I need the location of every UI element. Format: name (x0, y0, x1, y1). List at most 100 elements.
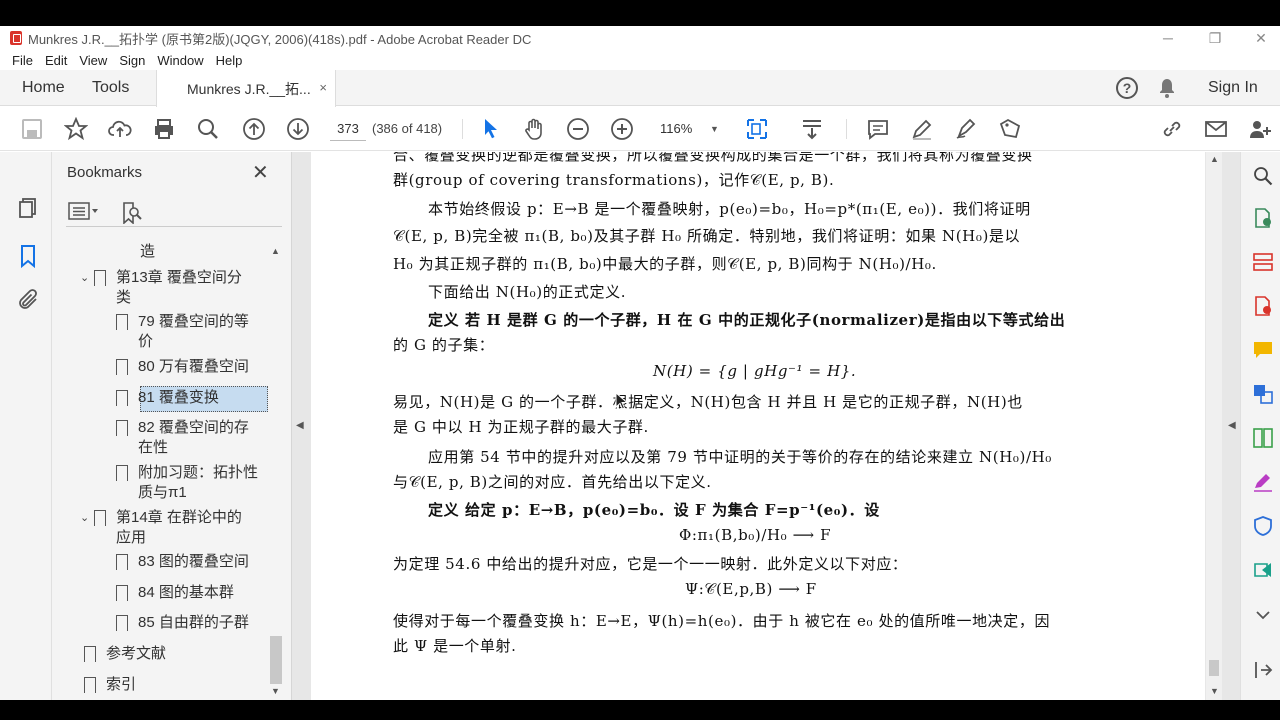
zoom-out-icon[interactable] (566, 117, 590, 141)
bookmark-references[interactable]: 参考文献 (84, 644, 264, 664)
find-bookmark-icon[interactable] (120, 202, 142, 225)
bookmark-label: 80 万有覆叠空间 (138, 358, 249, 375)
scrolling-mode-icon[interactable] (800, 117, 824, 141)
bookmark-index[interactable]: 索引 (84, 675, 264, 695)
select-cursor-icon[interactable] (479, 117, 503, 141)
scrollbar-thumb[interactable] (270, 636, 282, 684)
bookmark-label: 81 覆叠变换 (138, 389, 219, 406)
expand-right-panel-icon[interactable]: ◀ (1228, 420, 1236, 431)
pdf-page: 合、覆叠变换的逆都是覆叠变换，所以覆叠变换构成的集合是一个群，我们将其称为覆叠变… (311, 152, 1205, 700)
export-pdf-icon[interactable] (1253, 208, 1273, 228)
zoom-level-dropdown[interactable]: 116% ▼ (660, 117, 722, 141)
bookmark-scrollbar[interactable]: ▲ ▼ (268, 244, 284, 700)
add-user-icon[interactable] (1248, 117, 1272, 141)
menu-sign[interactable]: Sign (119, 53, 145, 68)
stamp-tag-icon[interactable] (998, 117, 1022, 141)
more-tools-chevron-icon[interactable] (1253, 604, 1273, 624)
highlight-pen-icon[interactable] (910, 117, 934, 141)
collapse-left-panel-icon[interactable]: ◀ (296, 420, 304, 431)
zoom-in-icon[interactable] (610, 117, 634, 141)
help-icon[interactable]: ? (1116, 77, 1138, 99)
bookmark-chapter-13[interactable]: ⌄ 第13章 覆叠空间分类 (80, 268, 265, 308)
toolbar-divider (462, 119, 463, 139)
send-for-review-icon[interactable] (1253, 560, 1273, 580)
bookmark-item-85[interactable]: 85 自由群的子群 (116, 613, 266, 633)
bookmark-item[interactable]: 造 (140, 242, 155, 262)
email-icon[interactable] (1204, 117, 1228, 141)
draw-sign-icon[interactable] (954, 117, 978, 141)
screen: Munkres J.R.__拓扑学 (原书第2版)(JQGY, 2006)(41… (0, 0, 1280, 720)
scroll-up-icon[interactable]: ▲ (271, 246, 280, 256)
scroll-down-icon[interactable]: ▼ (1210, 686, 1219, 696)
previous-page-icon[interactable] (242, 117, 266, 141)
comment-icon[interactable] (1253, 340, 1273, 360)
scroll-up-icon[interactable]: ▲ (1210, 154, 1219, 164)
bookmark-label: 83 图的覆叠空间 (138, 553, 249, 570)
toolbar: 373 (386 of 418) 116% ▼ (0, 107, 1280, 151)
save-icon[interactable] (20, 117, 44, 141)
create-pdf-icon[interactable] (1253, 296, 1273, 316)
bookmark-chapter-14[interactable]: ⌄ 第14章 在群论中的应用 (80, 508, 265, 548)
tab-home[interactable]: Home (22, 70, 65, 106)
upload-cloud-icon[interactable] (108, 117, 132, 141)
menu-file[interactable]: File (12, 53, 33, 68)
tab-close-button[interactable]: × (319, 80, 327, 95)
fit-page-icon[interactable] (745, 117, 769, 141)
close-panel-button[interactable]: ✕ (252, 160, 269, 185)
bookmark-icon (84, 677, 96, 694)
chevron-down-icon: ▼ (710, 124, 719, 134)
share-link-icon[interactable] (1160, 117, 1184, 141)
fill-sign-pen-icon[interactable] (1253, 472, 1273, 492)
bookmark-item-83[interactable]: 83 图的覆叠空间 (116, 552, 266, 572)
close-window-button[interactable]: ✕ (1238, 26, 1280, 50)
text-line: H₀ 为其正规子群的 π₁(B, b₀)中最大的子群，则𝒞(E, p, B)同构… (393, 255, 937, 273)
bookmark-label: 参考文献 (106, 645, 167, 662)
next-page-icon[interactable] (286, 117, 310, 141)
bookmark-item-82[interactable]: 82 覆叠空间的存在性 (116, 418, 266, 458)
bookmark-item-84[interactable]: 84 图的基本群 (116, 583, 266, 603)
page-number-input[interactable]: 373 (330, 117, 366, 141)
search-icon[interactable] (1253, 166, 1273, 186)
text-line: 群(group of covering transformations)，记作𝒞… (393, 171, 835, 189)
page-thumbnails-icon[interactable] (16, 196, 40, 220)
chevron-down-icon[interactable]: ⌄ (80, 271, 94, 284)
page-count: (386 of 418) (372, 121, 443, 136)
star-icon[interactable] (63, 116, 89, 141)
compare-files-icon[interactable] (1253, 428, 1273, 448)
restore-button[interactable]: ❐ (1192, 26, 1238, 50)
sign-in-button[interactable]: Sign In (1208, 70, 1258, 106)
notification-bell-icon[interactable] (1158, 78, 1176, 98)
print-icon[interactable] (152, 117, 176, 141)
menu-help[interactable]: Help (216, 53, 243, 68)
minimize-button[interactable]: ─ (1145, 26, 1191, 50)
text-line: 易见，N(H)是 G 的一个子群．根据定义，N(H)包含 H 并且 H 是它的正… (393, 393, 1023, 411)
tab-tools[interactable]: Tools (92, 70, 129, 106)
bookmark-item-exercises[interactable]: 附加习题：拓扑性质与π1 (116, 463, 266, 503)
organize-pages-icon[interactable] (1253, 252, 1273, 272)
menu-window[interactable]: Window (157, 53, 203, 68)
hand-tool-icon[interactable] (522, 117, 546, 141)
document-scrollbar[interactable]: ▲ ▼ (1206, 152, 1222, 700)
chevron-down-icon[interactable]: ⌄ (80, 511, 94, 524)
bookmark-item-81[interactable]: 81 覆叠变换 (116, 388, 266, 408)
equation-line: Φ:π₁(B,b₀)/H₀ ⟶ F (679, 526, 832, 544)
menu-view[interactable]: View (79, 53, 107, 68)
comment-icon[interactable] (866, 117, 890, 141)
tab-document[interactable]: Munkres J.R.__拓... × (156, 70, 336, 107)
bookmark-panel-icon[interactable] (16, 244, 40, 269)
scrollbar-thumb[interactable] (1209, 660, 1219, 676)
menu-edit[interactable]: Edit (45, 53, 67, 68)
bookmark-item-79[interactable]: 79 覆叠空间的等价 (116, 312, 266, 352)
attachments-paperclip-icon[interactable] (16, 288, 40, 312)
bookmark-item-80[interactable]: 80 万有覆叠空间 (116, 357, 266, 377)
scroll-down-icon[interactable]: ▼ (271, 686, 280, 696)
expand-panel-icon[interactable] (1253, 660, 1273, 680)
search-icon[interactable] (196, 117, 220, 141)
acrobat-window: Munkres J.R.__拓扑学 (原书第2版)(JQGY, 2006)(41… (0, 26, 1280, 700)
bookmark-label: 82 覆叠空间的存在性 (138, 419, 249, 456)
tab-document-label: Munkres J.R.__拓... (187, 80, 311, 97)
combine-files-icon[interactable] (1253, 384, 1273, 404)
protect-shield-icon[interactable] (1253, 516, 1273, 536)
acrobat-logo-icon (10, 31, 22, 45)
bookmark-options-icon[interactable] (68, 202, 100, 220)
